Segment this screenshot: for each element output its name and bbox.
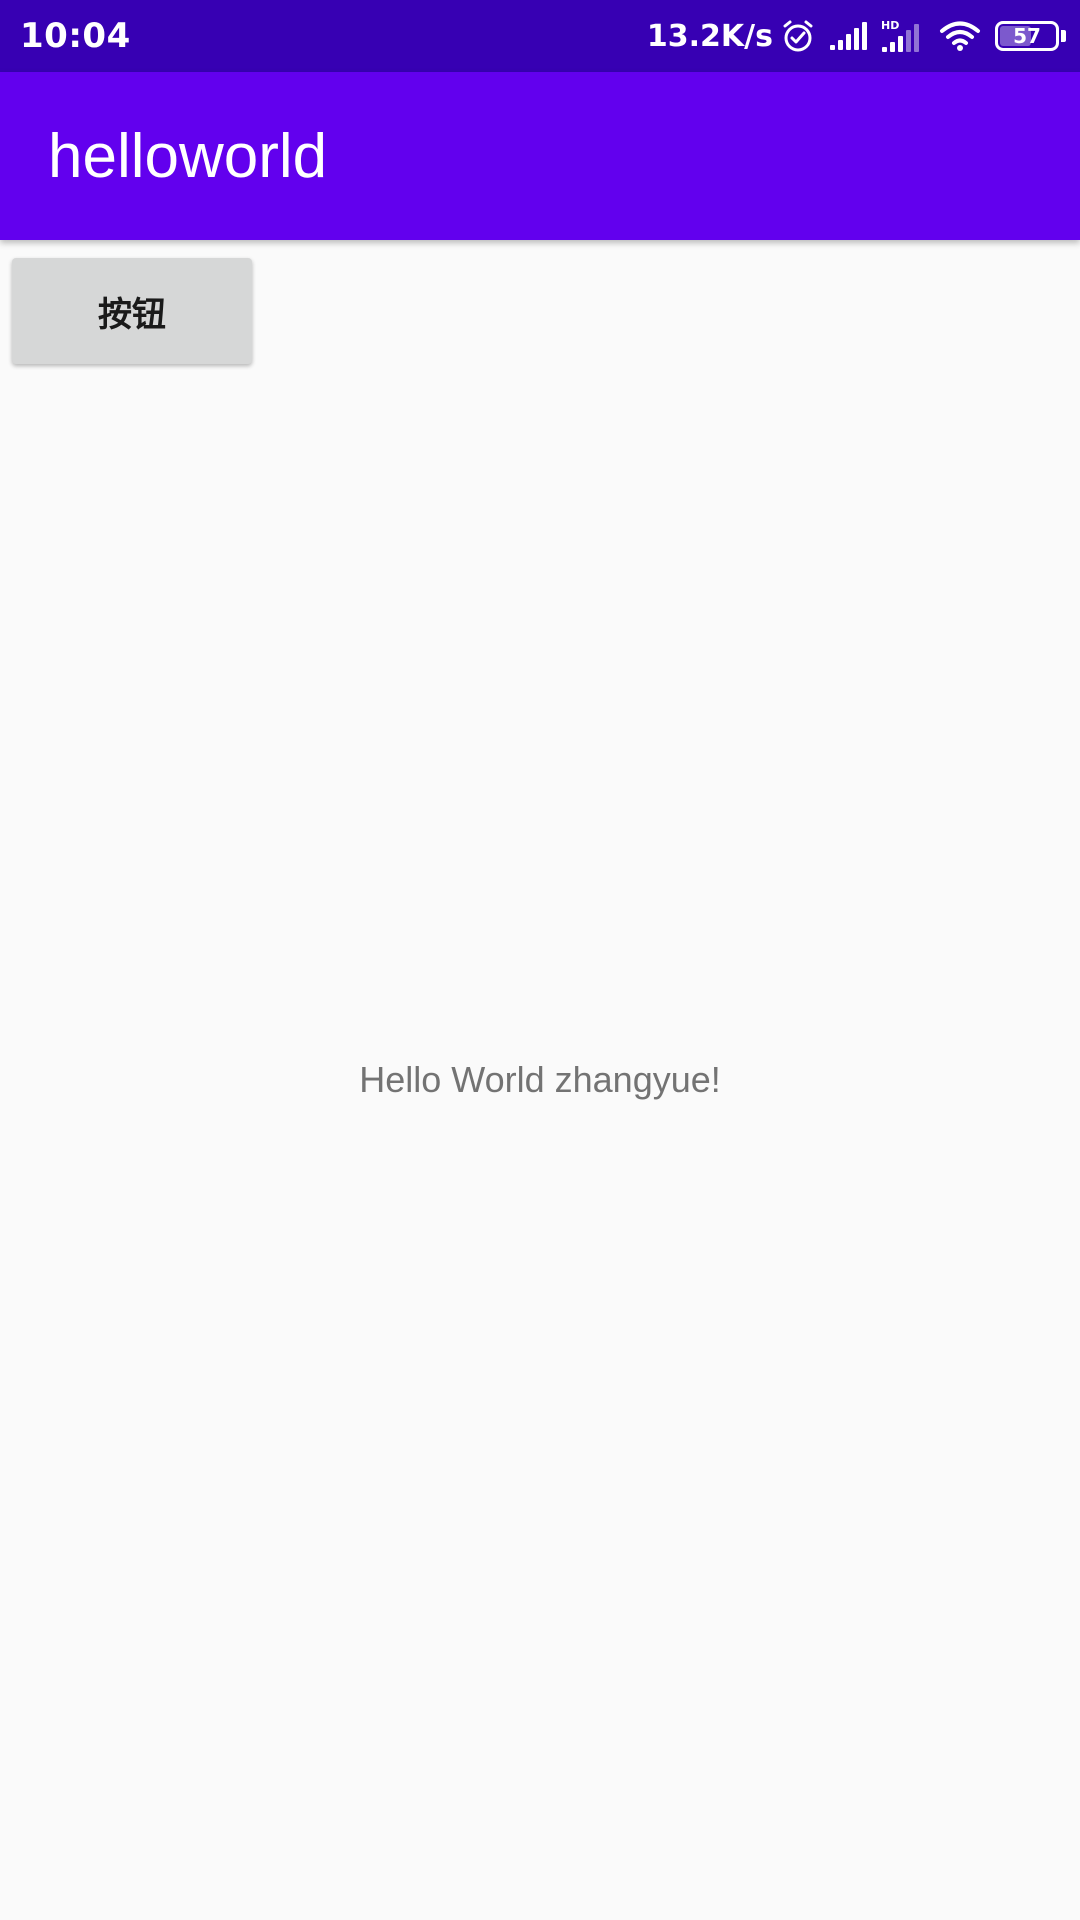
- alarm-icon: [783, 20, 813, 52]
- status-bar: 10:04 13.2K/s HD 57: [0, 0, 1080, 72]
- main-button[interactable]: 按钮: [12, 258, 252, 364]
- hd-signal-icon: HD: [881, 19, 919, 52]
- battery-level: 57: [1013, 24, 1041, 48]
- battery-tip: [1061, 30, 1066, 42]
- network-speed: 13.2K/s: [646, 18, 773, 54]
- hello-text: Hello World zhangyue!: [359, 1059, 721, 1100]
- app-bar: helloworld: [0, 72, 1080, 240]
- signal-icon: [830, 22, 867, 50]
- battery-icon: 57: [995, 21, 1059, 51]
- status-time: 10:04: [20, 16, 131, 56]
- app-title: helloworld: [48, 122, 328, 191]
- wifi-icon: [940, 21, 980, 51]
- hd-label: HD: [881, 19, 899, 32]
- status-icons: 13.2K/s HD 57: [647, 0, 1066, 72]
